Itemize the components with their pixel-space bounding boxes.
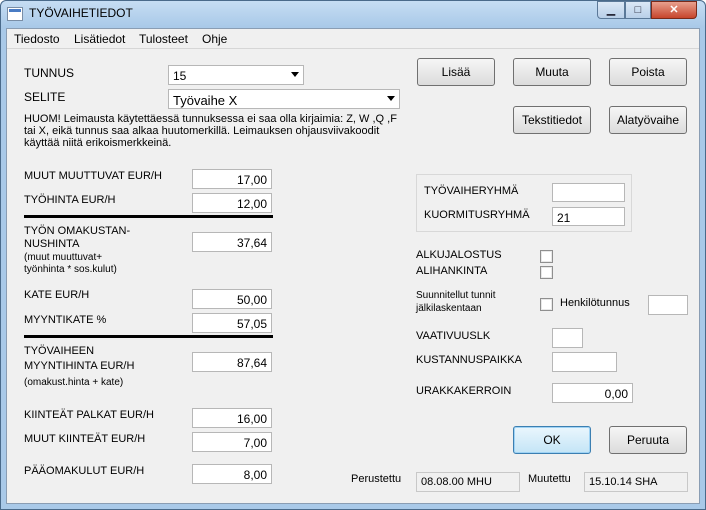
minimize-button[interactable]: ▁ [597, 1, 625, 19]
myyntihinta-note: (omakust.hinta + kate) [24, 377, 124, 388]
myyntihinta-label-1: TYÖVAIHEEN [24, 345, 95, 357]
kate-field[interactable]: 50,00 [192, 289, 272, 309]
menu-tiedosto[interactable]: Tiedosto [14, 32, 60, 46]
omakustannushinta-field[interactable]: 37,64 [192, 232, 272, 252]
suunnitellut-label-1: Suunnitellut tunnit [416, 290, 496, 301]
urakkakerroin-field[interactable]: 0,00 [552, 383, 633, 403]
myyntihinta-field[interactable]: 87,64 [192, 352, 272, 372]
henkilotunnus-label: Henkilötunnus [560, 297, 630, 309]
window-title: TYÖVAIHETIEDOT [29, 6, 133, 20]
omakustannus-note-2: työnhinta * sos.kulut) [24, 264, 117, 275]
muutettu-label: Muutettu [528, 473, 571, 485]
alkujalostus-checkbox[interactable] [540, 250, 553, 263]
tyovaiheryhma-field[interactable] [552, 183, 625, 202]
kuormitusryhma-field[interactable]: 21 [552, 207, 625, 226]
myyntikate-label: MYYNTIKATE % [24, 314, 107, 326]
kustannuspaikka-field[interactable] [552, 352, 617, 372]
title-bar[interactable]: TYÖVAIHETIEDOT ▁ □ ✕ [1, 1, 705, 27]
kate-label: KATE EUR/H [24, 289, 90, 301]
muutettu-value: 15.10.14 SHA [584, 472, 688, 492]
omakustannus-note-1: (muut muuttuvat+ [24, 252, 103, 263]
peruuta-button[interactable]: Peruuta [609, 426, 687, 454]
selite-label: SELITE [24, 90, 66, 104]
lisaa-button[interactable]: Lisää [417, 58, 495, 86]
vaativuus-label: VAATIVUUSLK [416, 330, 491, 342]
maximize-button[interactable]: □ [625, 1, 651, 19]
alihankinta-label: ALIHANKINTA [416, 265, 488, 277]
muut-kiinteat-field[interactable]: 7,00 [192, 432, 272, 452]
close-button[interactable]: ✕ [651, 1, 697, 19]
kustannuspaikka-label: KUSTANNUSPAIKKA [416, 354, 522, 366]
app-window: TYÖVAIHETIEDOT ▁ □ ✕ Tiedosto Lisätiedot… [0, 0, 706, 510]
alkujalostus-label: ALKUJALOSTUS [416, 249, 502, 261]
menu-tulosteet[interactable]: Tulosteet [139, 32, 188, 46]
divider [24, 335, 273, 338]
divider [24, 215, 273, 218]
chevron-down-icon[interactable] [387, 96, 395, 101]
tekstitiedot-button[interactable]: Tekstitiedot [513, 106, 591, 134]
urakkakerroin-label: URAKKAKERROIN [416, 385, 512, 397]
selite-value: Työvaihe X [173, 93, 238, 108]
alihankinta-checkbox[interactable] [540, 266, 553, 279]
kiinteat-palkat-field[interactable]: 16,00 [192, 408, 272, 428]
tunnus-combo[interactable]: 15 [168, 65, 304, 85]
tunnus-warning-note: HUOM! Leimausta käytettäessä tunnuksessa… [24, 113, 397, 149]
omakustannus-label-2: NUSHINTA [24, 238, 80, 250]
omakustannus-label-1: TYÖN OMAKUSTAN- [24, 225, 131, 237]
myyntikate-field[interactable]: 57,05 [192, 313, 272, 333]
selite-combo[interactable]: Työvaihe X [168, 89, 400, 109]
tyohinta-field[interactable]: 12,00 [192, 193, 272, 213]
chevron-down-icon[interactable] [291, 72, 299, 77]
perustettu-value: 08.08.00 MHU [416, 472, 520, 492]
tyovaiheryhma-label: TYÖVAIHERYHMÄ [424, 185, 519, 197]
tunnus-value: 15 [173, 69, 187, 83]
paaomakulut-field[interactable]: 8,00 [192, 464, 272, 484]
tyohinta-label: TYÖHINTA EUR/H [24, 194, 116, 206]
muut-muuttuvat-label: MUUT MUUTTUVAT EUR/H [24, 170, 162, 182]
menu-bar: Tiedosto Lisätiedot Tulosteet Ohje [7, 29, 699, 49]
paaomakulut-label: PÄÄOMAKULUT EUR/H [24, 465, 145, 477]
menu-lisatiedot[interactable]: Lisätiedot [74, 32, 125, 46]
client-area: Tiedosto Lisätiedot Tulosteet Ohje TUNNU… [6, 28, 700, 504]
app-icon [7, 7, 23, 21]
perustettu-label: Perustettu [351, 473, 402, 485]
muuta-button[interactable]: Muuta [513, 58, 591, 86]
henkilotunnus-field[interactable] [648, 295, 688, 315]
kuormitusryhma-label: KUORMITUSRYHMÄ [424, 209, 530, 221]
myyntihinta-label-2: MYYNTIHINTA EUR/H [24, 360, 135, 372]
poista-button[interactable]: Poista [609, 58, 687, 86]
muut-kiinteat-label: MUUT KIINTEÄT EUR/H [24, 433, 146, 445]
vaativuus-field[interactable] [552, 328, 583, 348]
menu-ohje[interactable]: Ohje [202, 32, 227, 46]
muut-muuttuvat-field[interactable]: 17,00 [192, 169, 272, 189]
tunnus-label: TUNNUS [24, 66, 74, 80]
alatyovaihe-button[interactable]: Alatyövaihe [609, 106, 687, 134]
suunnitellut-label-2: jälkilaskentaan [416, 303, 482, 314]
kiinteat-palkat-label: KIINTEÄT PALKAT EUR/H [24, 409, 154, 421]
suunnitellut-checkbox[interactable] [540, 298, 553, 311]
ok-button[interactable]: OK [513, 426, 591, 454]
